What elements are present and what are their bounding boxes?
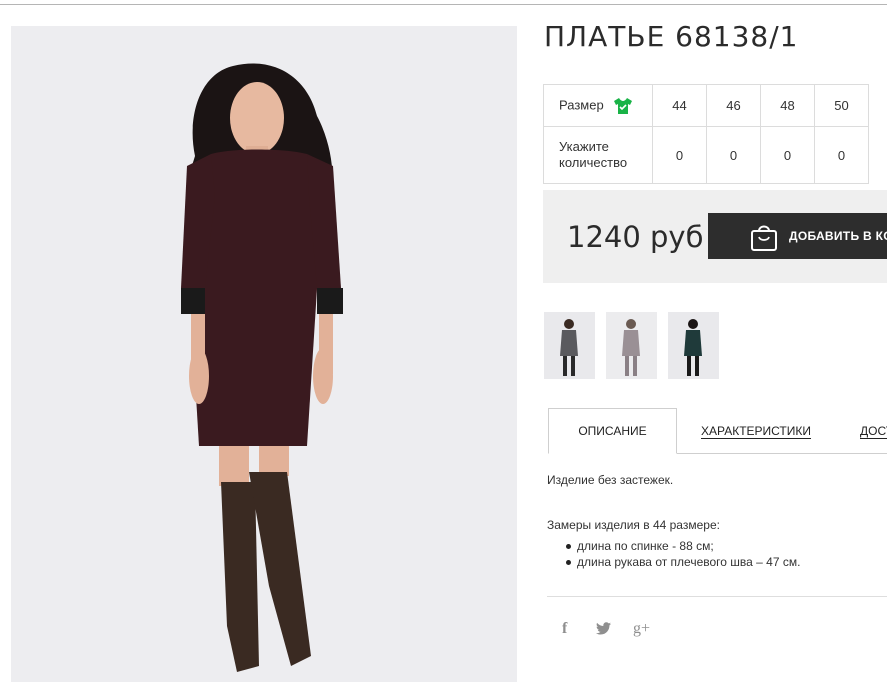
add-to-cart-button[interactable]: ДОБАВИТЬ В КОРЗИНУ (708, 213, 887, 259)
size-44[interactable]: 44 (652, 84, 707, 127)
facebook-icon[interactable]: f (562, 620, 567, 638)
quantity-input-44[interactable]: 0 (652, 126, 707, 184)
thumbnail-3[interactable] (668, 312, 719, 379)
product-title: ПЛАТЬЕ 68138/1 (544, 20, 799, 53)
measurements-heading: Замеры изделия в 44 размере: (547, 518, 720, 532)
size-quantity-table: Размер 44 46 48 50 Укажите количество 0 … (543, 84, 869, 184)
quantity-label: Укажите количество (543, 126, 653, 184)
quantity-input-50[interactable]: 0 (814, 126, 869, 184)
description-content: Изделие без застежек. Замеры изделия в 4… (547, 472, 877, 570)
add-to-cart-label: ДОБАВИТЬ В КОРЗИНУ (789, 229, 887, 243)
tab-characteristics[interactable]: ХАРАКТЕРИСТИКИ (701, 408, 811, 454)
list-item: длина по спинке - 88 см; (566, 538, 877, 554)
size-48[interactable]: 48 (760, 84, 815, 127)
shopping-bag-icon (751, 225, 777, 251)
quantity-input-48[interactable]: 0 (760, 126, 815, 184)
product-tabs: ОПИСАНИЕ ХАРАКТЕРИСТИКИ ДОСТАВКА (548, 408, 887, 454)
description-divider (547, 596, 887, 597)
product-price: 1240 руб (567, 220, 704, 254)
description-text: Изделие без застежек. (547, 473, 674, 487)
google-plus-icon[interactable]: g+ (633, 620, 650, 638)
tab-delivery[interactable]: ДОСТАВКА (860, 408, 887, 454)
size-row: Размер 44 46 48 50 (543, 84, 869, 127)
product-main-image[interactable] (11, 26, 517, 682)
top-divider (0, 4, 887, 5)
size-label-cell: Размер (543, 84, 653, 127)
quantity-input-46[interactable]: 0 (706, 126, 761, 184)
price-panel: 1240 руб ДОБАВИТЬ В КОРЗИНУ (543, 190, 887, 283)
size-label: Размер (559, 96, 604, 112)
thumbnail-1[interactable] (544, 312, 595, 379)
measurements-list: длина по спинке - 88 см; длина рукава от… (547, 538, 877, 570)
size-46[interactable]: 46 (706, 84, 761, 127)
twitter-icon[interactable] (596, 622, 611, 639)
quantity-row: Укажите количество 0 0 0 0 (543, 126, 869, 184)
size-50[interactable]: 50 (814, 84, 869, 127)
thumbnail-2[interactable] (606, 312, 657, 379)
list-item: длина рукава от плечевого шва – 47 см. (566, 554, 877, 570)
tshirt-icon (613, 97, 633, 115)
tab-description[interactable]: ОПИСАНИЕ (548, 408, 677, 454)
